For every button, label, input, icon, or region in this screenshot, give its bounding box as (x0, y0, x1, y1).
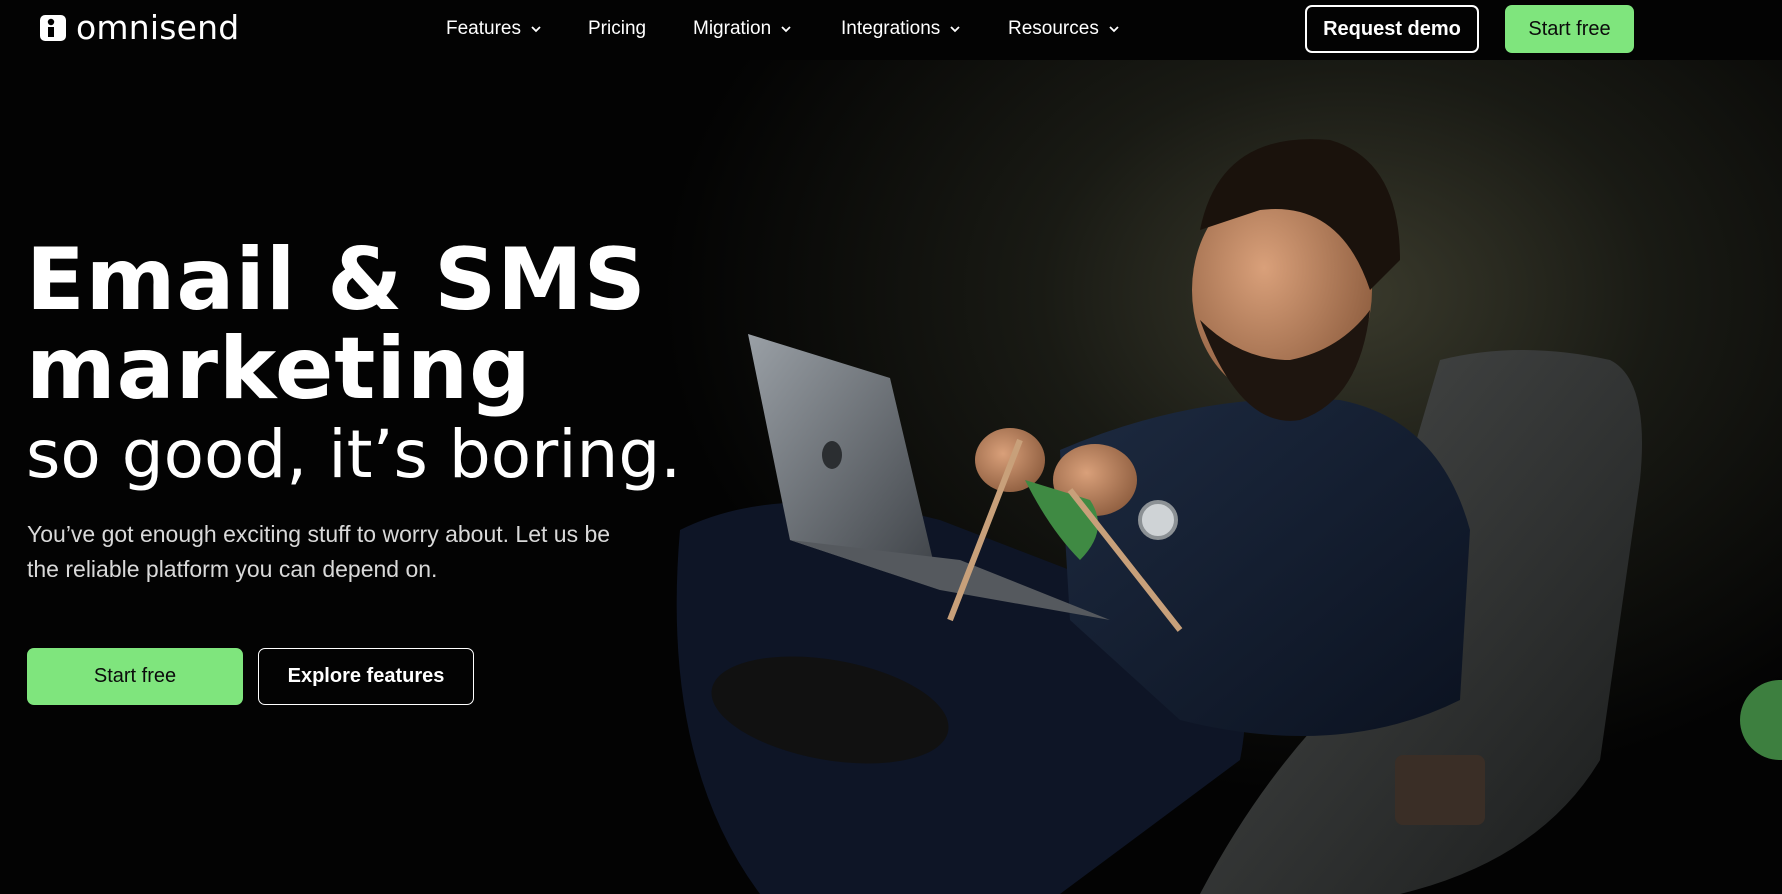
start-free-header-button[interactable]: Start free (1505, 5, 1634, 53)
nav-item-integrations[interactable]: Integrations (841, 17, 960, 41)
hero-lead-text: You’ve got enough exciting stuff to worr… (27, 521, 611, 582)
chevron-down-icon (781, 25, 791, 32)
nav-item-resources[interactable]: Resources (1008, 17, 1119, 41)
nav-item-label: Pricing (588, 18, 647, 39)
nav-item-features[interactable]: Features (446, 17, 541, 41)
page: omnisend Features Pricing Migration Inte… (0, 0, 1782, 894)
nav-item-migration[interactable]: Migration (693, 17, 791, 41)
chevron-down-icon (531, 25, 541, 32)
nav-item-label: Features (446, 18, 521, 39)
brand-name: omnisend (76, 8, 240, 47)
omnisend-logo-icon (40, 15, 66, 41)
hero-subheadline: so good, it’s boring. (26, 416, 682, 493)
hero-image (640, 60, 1782, 894)
site-header: omnisend Features Pricing Migration Inte… (0, 0, 1782, 60)
nav-item-label: Integrations (841, 18, 941, 39)
nav-item-label: Migration (693, 18, 772, 39)
nav-item-pricing[interactable]: Pricing (588, 17, 646, 41)
omnisend-logo[interactable]: omnisend (40, 8, 240, 47)
nav-item-label: Resources (1008, 18, 1099, 39)
explore-features-button[interactable]: Explore features (258, 648, 474, 705)
request-demo-button[interactable]: Request demo (1305, 5, 1479, 53)
chevron-down-icon (950, 25, 960, 32)
hero-headline-line-1: Email & SMS (26, 230, 647, 330)
start-free-button[interactable]: Start free (27, 648, 243, 705)
hero-headline-line-2: marketing (26, 319, 532, 419)
chevron-down-icon (1109, 25, 1119, 32)
